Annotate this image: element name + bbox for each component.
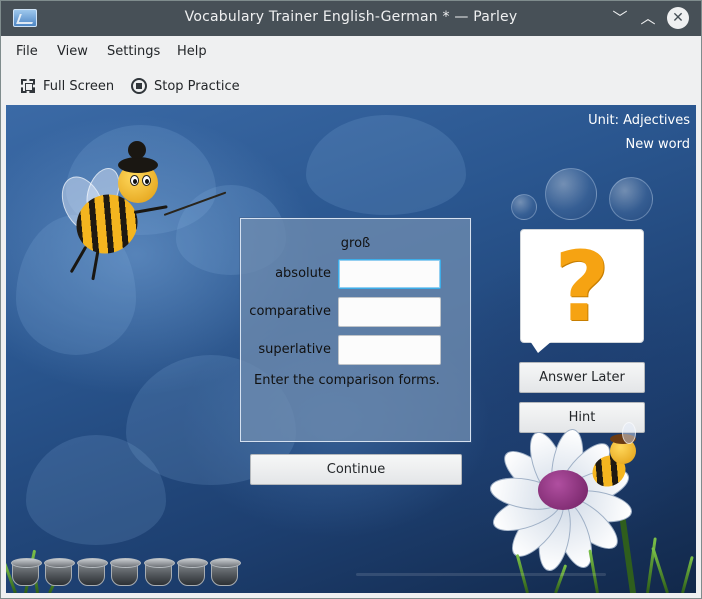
menu-bar: File View Settings Help bbox=[0, 36, 702, 68]
unit-label: Unit: Adjectives bbox=[588, 113, 690, 128]
absolute-input[interactable] bbox=[338, 259, 441, 289]
score-pot bbox=[177, 558, 208, 586]
instructions-text: Enter the comparison forms. bbox=[254, 373, 440, 388]
close-button[interactable]: ✕ bbox=[667, 7, 689, 29]
bubble-decoration bbox=[545, 168, 597, 220]
score-pot bbox=[11, 558, 42, 586]
superlative-label: superlative bbox=[258, 342, 331, 357]
maximize-button[interactable]: ︿ bbox=[637, 7, 659, 29]
question-mark-icon: ? bbox=[554, 231, 610, 343]
practice-scene: Unit: Adjectives New word groß absolute … bbox=[6, 105, 696, 593]
comparative-label: comparative bbox=[249, 304, 331, 319]
title-bar: Vocabulary Trainer English-German * — Pa… bbox=[0, 0, 702, 36]
bubble-decoration bbox=[609, 177, 653, 221]
bubble-decoration bbox=[511, 194, 537, 220]
progress-track bbox=[356, 573, 606, 576]
menu-settings[interactable]: Settings bbox=[107, 44, 160, 59]
answer-later-button[interactable]: Answer Later bbox=[519, 362, 645, 393]
menu-help[interactable]: Help bbox=[177, 44, 207, 59]
score-pot bbox=[210, 558, 241, 586]
score-pot bbox=[110, 558, 141, 586]
speech-tail bbox=[530, 341, 552, 353]
toolbar: Full Screen Stop Practice bbox=[0, 68, 702, 104]
minimize-button[interactable]: ﹀ bbox=[609, 7, 631, 29]
stop-practice-button[interactable]: Stop Practice bbox=[131, 76, 240, 96]
background-leaf bbox=[306, 115, 466, 215]
score-pot bbox=[144, 558, 175, 586]
question-word: groß bbox=[340, 236, 371, 251]
continue-button[interactable]: Continue bbox=[250, 454, 462, 485]
full-screen-icon bbox=[20, 78, 36, 94]
full-screen-button[interactable]: Full Screen bbox=[20, 76, 114, 96]
score-pot bbox=[44, 558, 75, 586]
full-screen-label: Full Screen bbox=[43, 78, 115, 94]
window-title: Vocabulary Trainer English-German * — Pa… bbox=[184, 9, 518, 25]
absolute-label: absolute bbox=[275, 266, 331, 281]
superlative-input[interactable] bbox=[338, 335, 441, 365]
hint-speech-card: ? bbox=[520, 229, 644, 343]
menu-file[interactable]: File bbox=[16, 44, 38, 59]
word-status-label: New word bbox=[625, 137, 690, 152]
comparative-input[interactable] bbox=[338, 297, 441, 327]
question-panel: groß absolute comparative superlative En… bbox=[240, 218, 471, 442]
stop-icon bbox=[131, 78, 147, 94]
stop-practice-label: Stop Practice bbox=[154, 78, 240, 94]
score-pot bbox=[77, 558, 108, 586]
teacher-bee-illustration bbox=[26, 135, 246, 285]
menu-view[interactable]: View bbox=[57, 44, 88, 59]
